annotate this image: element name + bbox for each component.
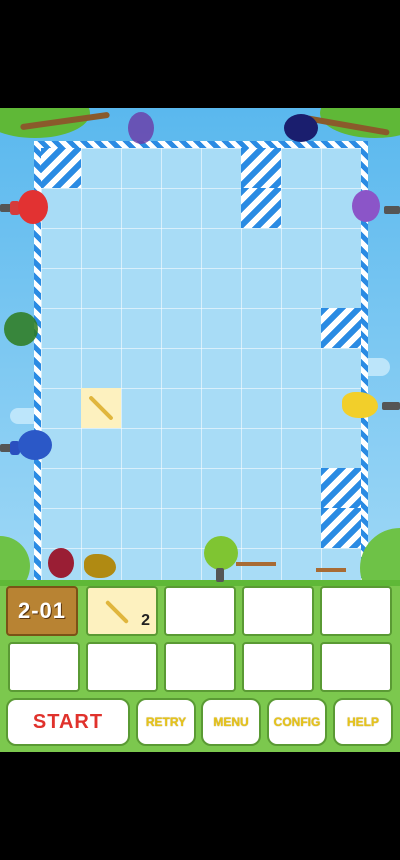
- banana-icon[interactable]: [342, 392, 378, 418]
- plum-silhouette-icon: [284, 114, 318, 142]
- grapes-silhouette-icon: [128, 112, 154, 144]
- tool-slot-empty[interactable]: [242, 642, 314, 692]
- retry-button[interactable]: RETRY: [136, 698, 196, 746]
- blocked-cell: [241, 188, 281, 228]
- stick-icon: [88, 395, 114, 421]
- blueberry-icon[interactable]: [18, 430, 52, 460]
- tool-slot-empty[interactable]: [8, 642, 80, 692]
- placed-stick-cell[interactable]: [81, 388, 121, 428]
- puzzle-board[interactable]: [41, 148, 361, 655]
- strawberry-icon[interactable]: [18, 190, 48, 224]
- game-area: 2-01 2 START RETRY MENU CONFIG HELP: [0, 108, 400, 752]
- apple-silhouette-icon: [4, 312, 38, 346]
- stick-icon: [104, 599, 130, 625]
- grapes-icon[interactable]: [352, 190, 380, 222]
- fence: [316, 568, 346, 572]
- level-indicator: 2-01: [6, 586, 78, 636]
- banana-silhouette-icon: [84, 554, 116, 578]
- tool-slot-stick[interactable]: 2: [86, 586, 158, 636]
- tool-slot-empty[interactable]: [164, 642, 236, 692]
- config-button[interactable]: CONFIG: [267, 698, 327, 746]
- cannon: [216, 568, 224, 582]
- green-apple-icon[interactable]: [204, 536, 238, 570]
- fence: [236, 562, 276, 566]
- blocked-cell: [241, 148, 281, 188]
- tool-slot-empty[interactable]: [320, 642, 392, 692]
- tool-count: 2: [141, 612, 150, 629]
- menu-button[interactable]: MENU: [201, 698, 261, 746]
- blocked-cell: [321, 508, 361, 548]
- blocked-cell: [41, 148, 81, 188]
- tool-slot-empty[interactable]: [86, 642, 158, 692]
- tool-slot-empty[interactable]: [164, 586, 236, 636]
- blocked-cell: [321, 468, 361, 508]
- cannon: [382, 402, 400, 410]
- blocked-cell: [321, 308, 361, 348]
- screen: 2-01 2 START RETRY MENU CONFIG HELP: [0, 0, 400, 860]
- strawberry-silhouette-icon: [48, 548, 74, 578]
- tool-slot-empty[interactable]: [242, 586, 314, 636]
- start-button[interactable]: START: [6, 698, 130, 746]
- cannon: [384, 206, 400, 214]
- tool-slot-empty[interactable]: [320, 586, 392, 636]
- help-button[interactable]: HELP: [333, 698, 393, 746]
